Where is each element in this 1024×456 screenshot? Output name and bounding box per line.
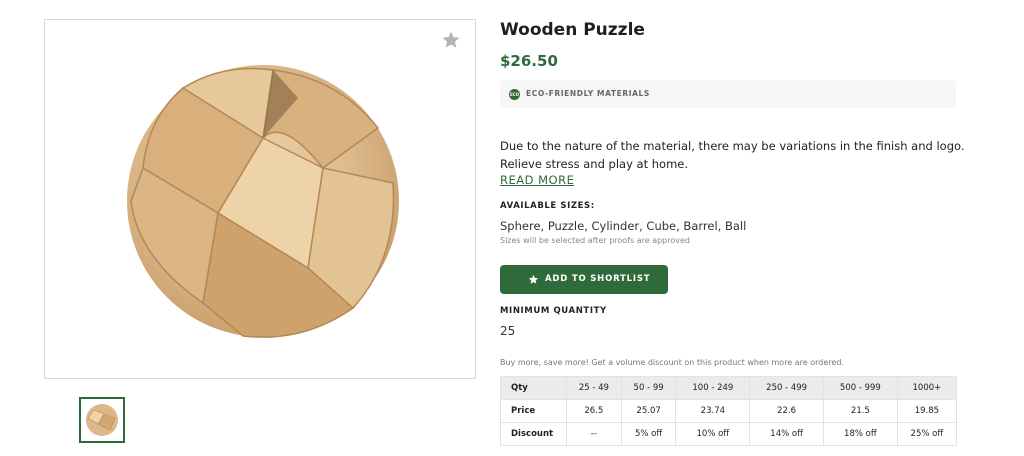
qty-tier: 100 - 249 xyxy=(675,376,751,400)
discount-cell: 18% off xyxy=(823,422,898,446)
product-main-image xyxy=(44,19,476,379)
minimum-quantity-heading: MINIMUM QUANTITY xyxy=(500,306,607,316)
price-cell: 22.6 xyxy=(749,399,824,423)
wooden-puzzle-photo xyxy=(127,65,399,338)
discount-cell: -- xyxy=(566,422,622,446)
qty-tier: 500 - 999 xyxy=(823,376,898,400)
discount-cell: 25% off xyxy=(896,422,958,446)
eco-leaf-icon: ECO xyxy=(509,89,520,100)
eco-badge: ECO ECO-FRIENDLY MATERIALS xyxy=(500,80,956,108)
price-cell: 25.07 xyxy=(620,399,677,423)
star-icon xyxy=(528,274,539,284)
discount-cell: 14% off xyxy=(749,422,824,446)
sizes-heading: AVAILABLE SIZES: xyxy=(500,201,595,211)
price-row-label: Price xyxy=(500,399,567,423)
shortlist-button-label: ADD TO SHORTLIST xyxy=(545,274,651,284)
eco-badge-label: ECO-FRIENDLY MATERIALS xyxy=(526,89,650,98)
product-price: $26.50 xyxy=(500,52,558,70)
price-cell: 23.74 xyxy=(675,399,751,423)
table-row: Price 26.5 25.07 23.74 22.6 21.5 19.85 xyxy=(500,399,958,423)
sizes-value: Sphere, Puzzle, Cylinder, Cube, Barrel, … xyxy=(500,219,747,233)
add-to-shortlist-button[interactable]: ADD TO SHORTLIST xyxy=(500,265,668,294)
qty-tier: 1000+ xyxy=(896,376,958,400)
thumbnail-image xyxy=(86,404,118,436)
pricing-table: Qty 25 - 49 50 - 99 100 - 249 250 - 499 … xyxy=(500,376,958,446)
favorite-star-icon[interactable] xyxy=(441,30,461,50)
product-thumbnail[interactable] xyxy=(79,397,125,443)
product-title: Wooden Puzzle xyxy=(500,20,645,40)
discount-row-label: Discount xyxy=(500,422,567,446)
price-cell: 19.85 xyxy=(896,399,958,423)
sizes-note: Sizes will be selected after proofs are … xyxy=(500,236,690,245)
minimum-quantity-value: 25 xyxy=(500,324,516,338)
description-line: Relieve stress and play at home. xyxy=(500,157,689,171)
product-description: Due to the nature of the material, there… xyxy=(500,137,964,173)
price-cell: 21.5 xyxy=(823,399,898,423)
description-line: Due to the nature of the material, there… xyxy=(500,139,965,153)
table-row: Discount -- 5% off 10% off 14% off 18% o… xyxy=(500,422,958,446)
table-row: Qty 25 - 49 50 - 99 100 - 249 250 - 499 … xyxy=(500,376,958,400)
volume-discount-note: Buy more, save more! Get a volume discou… xyxy=(500,358,844,367)
qty-tier: 50 - 99 xyxy=(620,376,677,400)
qty-header: Qty xyxy=(500,376,567,400)
discount-cell: 5% off xyxy=(620,422,677,446)
qty-tier: 25 - 49 xyxy=(566,376,622,400)
read-more-link[interactable]: READ MORE xyxy=(500,173,574,187)
discount-cell: 10% off xyxy=(675,422,751,446)
price-cell: 26.5 xyxy=(566,399,622,423)
qty-tier: 250 - 499 xyxy=(749,376,824,400)
